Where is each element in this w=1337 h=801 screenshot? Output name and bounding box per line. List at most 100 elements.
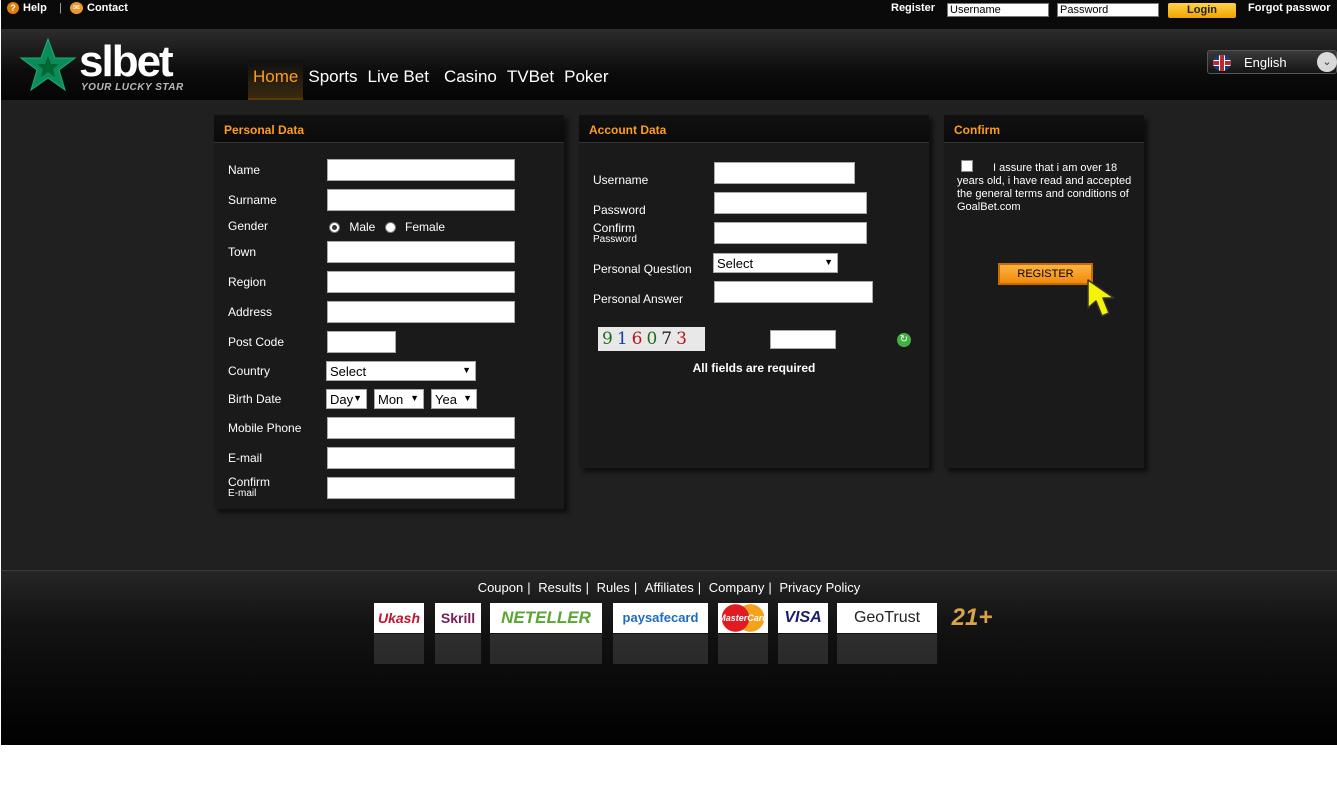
captcha-text: 916073: [602, 329, 691, 349]
terms-text: I assure that i am over 18 years old, i …: [957, 162, 1132, 213]
password-label: Password: [593, 203, 646, 217]
cursor-icon: [1087, 279, 1115, 317]
footer-link-affiliates[interactable]: Affiliates: [641, 580, 698, 595]
payment-reflection: [837, 634, 937, 664]
payment-reflection: [374, 634, 424, 664]
captcha-input[interactable]: [770, 330, 836, 349]
female-radio[interactable]: [384, 222, 396, 234]
nav-home[interactable]: Home: [248, 60, 304, 100]
confirm-password-field[interactable]: [714, 222, 867, 244]
month-select[interactable]: Mon ▼: [374, 389, 424, 409]
name-input[interactable]: [327, 159, 515, 181]
personal-data-title: Personal Data: [214, 115, 564, 143]
region-input[interactable]: [327, 271, 515, 293]
female-label: Female: [405, 220, 446, 234]
payment-reflection: [435, 634, 481, 664]
footer-links: Coupon | Results | Rules | Affiliates | Comp…: [1, 580, 1337, 595]
contact-link[interactable]: ✉ Contact: [70, 2, 128, 14]
refresh-captcha-icon[interactable]: ↻: [897, 333, 911, 347]
personal-question-label: Personal Question: [593, 262, 692, 276]
logo[interactable]: slbet YOUR LUCKY STAR: [19, 38, 209, 94]
nav-sports[interactable]: Sports: [303, 60, 362, 100]
town-input[interactable]: [327, 241, 515, 263]
male-radio[interactable]: [329, 222, 340, 234]
username-input[interactable]: Username: [947, 3, 1049, 17]
address-input[interactable]: [327, 301, 515, 323]
post-code-input[interactable]: [327, 331, 396, 353]
personal-answer-label: Personal Answer: [593, 292, 684, 306]
login-button[interactable]: Login: [1168, 3, 1236, 18]
confirm-title: Confirm: [944, 115, 1144, 143]
password-input[interactable]: Password: [1057, 3, 1159, 17]
region-label: Region: [228, 275, 267, 289]
header: slbet YOUR LUCKY STAR Home Sports Live B…: [1, 30, 1337, 100]
footer-link-rules[interactable]: Rules: [593, 580, 634, 595]
username-label: Username: [593, 173, 649, 187]
nav-live-bet[interactable]: Live Bet: [363, 60, 439, 100]
geotrust-logo: GeoTrust: [837, 603, 937, 633]
captcha-image: 916073: [598, 327, 705, 351]
required-note: All fields are required: [692, 361, 816, 375]
page: ? Help | ✉ Contact Register Username Pas…: [1, 0, 1337, 745]
paysafecard-logo: paysafecard: [613, 603, 708, 633]
personal-answer-field[interactable]: [714, 281, 873, 303]
help-link[interactable]: ? Help: [7, 2, 47, 14]
birth-date-label: Birth Date: [228, 392, 282, 406]
chevron-down-icon: ⌄: [1317, 52, 1337, 72]
dropdown-arrow-icon: ▼: [462, 365, 471, 375]
nav-casino[interactable]: Casino: [439, 60, 502, 100]
month-select-value: Mon: [378, 392, 404, 407]
footer-link-company[interactable]: Company: [705, 580, 769, 595]
address-label: Address: [228, 305, 273, 319]
password-field[interactable]: [714, 192, 867, 214]
username-field[interactable]: [714, 162, 855, 184]
help-label: Help: [23, 2, 47, 14]
personal-question-select[interactable]: Select ▼: [713, 253, 838, 273]
logo-tagline: YOUR LUCKY STAR: [81, 82, 184, 93]
payment-reflection: [613, 634, 708, 664]
payment-reflection: [490, 634, 602, 664]
confirm-password-sub: Password: [593, 234, 637, 245]
email-label: E-mail: [228, 451, 263, 465]
main-nav: Home Sports Live Bet Casino TVBet Poker: [248, 60, 614, 100]
confirm-email-main: Confirm: [228, 475, 271, 489]
confirm-password-main: Confirm: [593, 221, 636, 235]
payment-reflection: [778, 634, 828, 664]
footer-link-privacy[interactable]: Privacy Policy: [775, 580, 864, 595]
register-button[interactable]: REGISTER: [998, 263, 1093, 285]
gender-label: Gender: [228, 219, 269, 233]
confirm-password-label: Confirm Password: [593, 221, 637, 245]
neteller-logo: NETELLER: [490, 603, 602, 633]
payment-reflection: [718, 634, 768, 664]
year-select-value: Yea: [435, 392, 457, 407]
language-selector[interactable]: English ⌄: [1207, 50, 1337, 74]
mastercard-logo: MasterCard: [718, 603, 768, 633]
day-select[interactable]: Day ▼: [326, 389, 367, 409]
confirm-email-input[interactable]: [327, 477, 515, 499]
footer-link-coupon[interactable]: Coupon: [474, 580, 528, 595]
year-select[interactable]: Yea ▼: [431, 389, 477, 409]
surname-input[interactable]: [327, 189, 515, 211]
male-label: Male: [349, 220, 376, 234]
forgot-password-link[interactable]: Forgot passwor: [1248, 2, 1331, 14]
footer-link-results[interactable]: Results: [534, 580, 585, 595]
gender-options: Male Female: [329, 220, 445, 234]
skrill-logo: Skrill: [435, 603, 481, 633]
country-select[interactable]: Select ▼: [326, 361, 476, 381]
age-21-logo: 21+: [951, 604, 993, 631]
account-data-title: Account Data: [579, 115, 929, 143]
divider: |: [59, 2, 62, 14]
help-icon: ?: [7, 2, 19, 14]
register-link[interactable]: Register: [891, 2, 935, 14]
email-input[interactable]: [327, 447, 515, 469]
nav-poker[interactable]: Poker: [559, 60, 613, 100]
nav-tvbet[interactable]: TVBet: [502, 60, 559, 100]
visa-logo: VISA: [778, 603, 828, 633]
confirm-email-label: Confirm E-mail: [228, 475, 271, 499]
uk-flag-icon: [1213, 55, 1231, 71]
personal-data-panel: Personal Data Name Surname Gender Male F…: [214, 115, 564, 509]
dropdown-arrow-icon: ▼: [463, 393, 472, 403]
mobile-phone-input[interactable]: [327, 417, 515, 439]
star-icon: [19, 37, 77, 92]
country-select-value: Select: [330, 364, 367, 379]
